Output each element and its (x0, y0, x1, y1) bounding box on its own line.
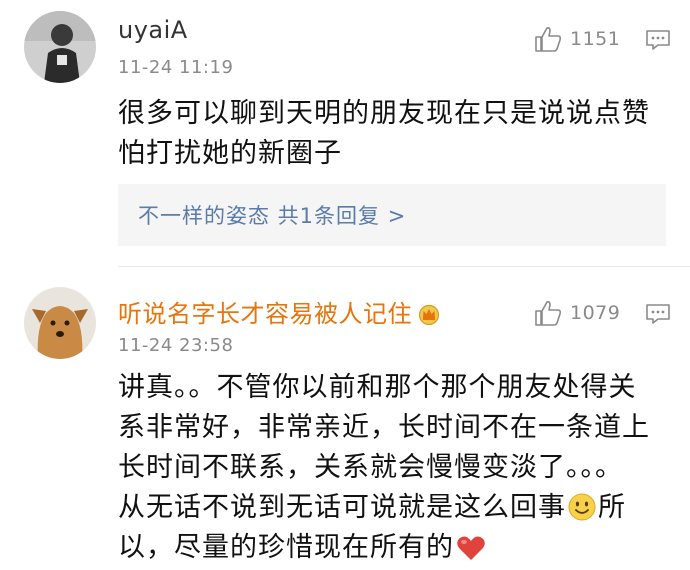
username-text: 听说名字长才容易被人记住 (118, 300, 412, 328)
timestamp: 11-24 11:19 (118, 57, 234, 78)
like-count: 1079 (570, 302, 621, 324)
crown-badge-icon (418, 304, 440, 325)
avatar-image (24, 287, 96, 359)
avatar[interactable] (24, 287, 96, 359)
comment-item: 听说名字长才容易被人记住 11-24 23:58 1079 讲真。。不管你以前和… (0, 268, 690, 570)
username[interactable]: 听说名字长才容易被人记住 (118, 294, 442, 329)
like-button[interactable]: 1151 (534, 26, 620, 52)
timestamp: 11-24 23:58 (118, 335, 234, 356)
comment-bubble-icon[interactable] (645, 29, 671, 51)
comment-text: 讲真。。不管你以前和那个那个朋友处得关 系非常好，非常亲近，长时间不在一条道上 … (118, 368, 678, 568)
avatar[interactable] (24, 11, 96, 83)
replies-preview[interactable]: 不一样的姿态 共1条回复 > (118, 184, 666, 246)
thumbs-up-icon (535, 27, 562, 52)
heart-emoji-icon (457, 536, 485, 560)
view-replies-link[interactable]: 不一样的姿态 共1条回复 > (138, 200, 406, 230)
like-button[interactable]: 1079 (534, 300, 620, 326)
thumbs-up-icon (535, 301, 562, 326)
comment-item: uyaiA 11-24 11:19 1151 很多可以聊到天明的朋友现在只是说说… (0, 0, 690, 268)
smile-emoji-icon (568, 493, 596, 521)
username[interactable]: uyaiA (118, 16, 188, 44)
avatar-image (24, 11, 96, 83)
comment-text: 很多可以聊到天明的朋友现在只是说说点赞 怕打扰她的新圈子 (118, 98, 650, 169)
comment-bubble-icon[interactable] (645, 303, 671, 325)
divider (118, 266, 690, 267)
like-count: 1151 (570, 28, 621, 50)
